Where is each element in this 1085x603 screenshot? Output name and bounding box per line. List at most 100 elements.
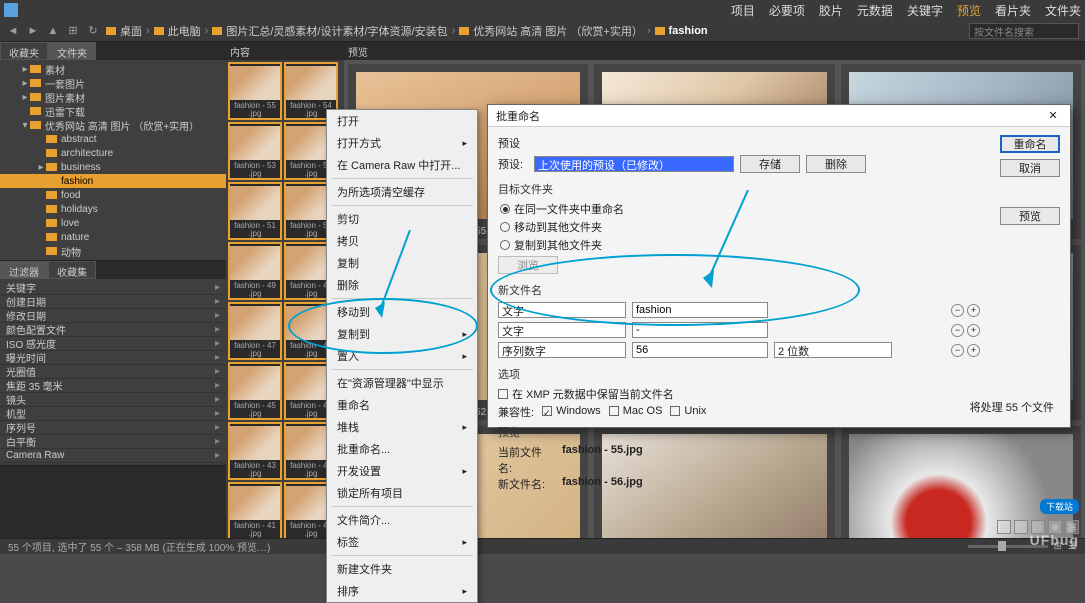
menubar-tab[interactable]: 元数据 — [857, 2, 893, 19]
tree-item[interactable]: ▸素材 — [0, 62, 226, 76]
breadcrumb-segment[interactable]: 此电脑 — [168, 23, 201, 39]
thumbnail[interactable]: fashion - 53 .jpg — [228, 122, 282, 180]
name-part-value[interactable] — [632, 342, 768, 358]
name-part-value[interactable] — [632, 322, 768, 338]
name-part-type[interactable]: 文字 — [498, 302, 626, 318]
menu-item[interactable]: 复制到▸ — [327, 323, 477, 345]
tree-item[interactable]: ▸一套图片 — [0, 76, 226, 90]
radio-option[interactable]: 复制到其他文件夹 — [498, 237, 980, 253]
menu-item[interactable]: 重命名 — [327, 394, 477, 416]
filter-item[interactable]: 修改日期▸ — [0, 309, 226, 323]
menu-item[interactable]: 打开方式▸ — [327, 132, 477, 154]
float-icon[interactable]: ⎘ — [1014, 520, 1028, 534]
thumbnail[interactable]: fashion - 41 .jpg — [228, 482, 282, 540]
menu-item[interactable]: 置入▸ — [327, 345, 477, 367]
cancel-button[interactable]: 取消 — [1000, 159, 1060, 177]
menu-item[interactable]: 复制 — [327, 252, 477, 274]
filter-item[interactable]: 曝光时间▸ — [0, 351, 226, 365]
forward-icon[interactable]: ► — [26, 24, 40, 38]
tree-item[interactable]: 动物 — [0, 244, 226, 258]
filter-item[interactable]: ISO 感光度▸ — [0, 337, 226, 351]
radio-option[interactable]: 移动到其他文件夹 — [498, 219, 980, 235]
add-row-icon[interactable]: + — [967, 324, 980, 337]
filter-item[interactable]: 镜头▸ — [0, 393, 226, 407]
filter-item[interactable]: 序列号▸ — [0, 421, 226, 435]
filter-item[interactable]: Camera Raw▸ — [0, 449, 226, 463]
thumbnail[interactable]: fashion - 47 .jpg — [228, 302, 282, 360]
name-part-type[interactable]: 文字 — [498, 322, 626, 338]
rename-button[interactable]: 重命名 — [1000, 135, 1060, 153]
thumbnail[interactable]: fashion - 55 .jpg — [228, 62, 282, 120]
dialog-titlebar[interactable]: 批重命名 ✕ — [488, 105, 1070, 127]
thumbnail[interactable]: fashion - 51 .jpg — [228, 182, 282, 240]
menu-item[interactable]: 标签▸ — [327, 531, 477, 553]
menubar-tab[interactable]: 胶片 — [819, 2, 843, 19]
tree-item[interactable]: holidays — [0, 202, 226, 216]
close-icon[interactable]: ✕ — [1044, 107, 1062, 125]
thumbnail[interactable]: fashion - 45 .jpg — [228, 362, 282, 420]
name-part-type[interactable]: 序列数字 — [498, 342, 626, 358]
name-part-value[interactable] — [632, 302, 768, 318]
breadcrumb-segment[interactable]: 桌面 — [120, 23, 142, 39]
refresh-icon[interactable]: ↻ — [86, 24, 100, 38]
menubar-tab[interactable]: 预览 — [957, 2, 981, 19]
thumbnail[interactable]: fashion - 49 .jpg — [228, 242, 282, 300]
breadcrumb[interactable]: 桌面›此电脑›图片汇总/灵感素材/设计素材/字体资源/安装包›优秀网站 高清 图… — [106, 23, 708, 39]
back-icon[interactable]: ◄ — [6, 24, 20, 38]
tree-item[interactable]: ▾优秀网站 高清 图片 （欣赏+实用） — [0, 118, 226, 132]
xmp-checkbox[interactable] — [498, 389, 508, 399]
filter-item[interactable]: 关键字▸ — [0, 281, 226, 295]
menubar-tab[interactable]: 必要项 — [769, 2, 805, 19]
menu-item[interactable]: 拷贝 — [327, 230, 477, 252]
menu-item[interactable]: 为所选项清空缓存 — [327, 181, 477, 203]
remove-row-icon[interactable]: − — [951, 324, 964, 337]
menu-item[interactable]: 开发设置▸ — [327, 460, 477, 482]
menu-item[interactable]: 锁定所有项目 — [327, 482, 477, 504]
tree-item[interactable]: abstract — [0, 132, 226, 146]
breadcrumb-segment[interactable]: 图片汇总/灵感素材/设计素材/字体资源/安装包 — [226, 23, 447, 39]
tree-item[interactable]: ▸business — [0, 160, 226, 174]
menubar-tab[interactable]: 文件夹 — [1045, 2, 1081, 19]
filter-item[interactable]: 机型▸ — [0, 407, 226, 421]
search-input[interactable]: 按文件名搜索 — [969, 23, 1079, 39]
tree-item[interactable]: love — [0, 216, 226, 230]
remove-row-icon[interactable]: − — [951, 344, 964, 357]
compat-option[interactable]: Unix — [670, 405, 706, 417]
filter-item[interactable]: 白平衡▸ — [0, 435, 226, 449]
menubar-tab[interactable]: 项目 — [731, 2, 755, 19]
up-icon[interactable]: ▲ — [46, 24, 60, 38]
tree-item[interactable]: architecture — [0, 146, 226, 160]
menu-item[interactable]: 剪切 — [327, 208, 477, 230]
tree-item[interactable]: nature — [0, 230, 226, 244]
preview-button[interactable]: 预览 — [1000, 207, 1060, 225]
menu-item[interactable]: 堆栈▸ — [327, 416, 477, 438]
menubar-tab[interactable]: 关键字 — [907, 2, 943, 19]
folders-tab[interactable]: 文件夹 — [48, 42, 96, 60]
menu-item[interactable]: 排序▸ — [327, 580, 477, 602]
thumbnail[interactable]: fashion - 43 .jpg — [228, 422, 282, 480]
menu-item[interactable]: 在 Camera Raw 中打开... — [327, 154, 477, 176]
save-preset-button[interactable]: 存储 — [740, 155, 800, 173]
menu-item[interactable]: 移动到 — [327, 301, 477, 323]
preset-select[interactable]: 上次使用的预设（已修改） — [534, 156, 734, 172]
breadcrumb-segment[interactable]: fashion — [669, 25, 708, 37]
favorites-tab[interactable]: 收藏夹 — [0, 42, 48, 60]
radio-option[interactable]: 在同一文件夹中重命名 — [498, 201, 980, 217]
compat-option[interactable]: Windows — [542, 405, 601, 417]
filter-item[interactable]: 焦距 35 毫米▸ — [0, 379, 226, 393]
menubar-tab[interactable]: 看片夹 — [995, 2, 1031, 19]
digits-select[interactable]: 2 位数 — [774, 342, 892, 358]
menu-item[interactable]: 打开 — [327, 110, 477, 132]
menu-item[interactable]: 批重命名... — [327, 438, 477, 460]
filter-tab[interactable]: 过滤器 — [0, 261, 48, 279]
menu-item[interactable]: 新建文件夹 — [327, 558, 477, 580]
remove-row-icon[interactable]: − — [951, 304, 964, 317]
compat-option[interactable]: Mac OS — [609, 405, 663, 417]
tree-item[interactable]: ▸图片素材 — [0, 90, 226, 104]
breadcrumb-segment[interactable]: 优秀网站 高清 图片 （欣赏+实用） — [473, 23, 643, 39]
collections-tab[interactable]: 收藏集 — [48, 261, 96, 279]
add-row-icon[interactable]: + — [967, 304, 980, 317]
float-icon[interactable]: 中 — [997, 520, 1011, 534]
tree-item[interactable]: fashion — [0, 174, 226, 188]
folder-tree[interactable]: ▸素材▸一套图片▸图片素材迅雷下载▾优秀网站 高清 图片 （欣赏+实用）abst… — [0, 60, 226, 260]
